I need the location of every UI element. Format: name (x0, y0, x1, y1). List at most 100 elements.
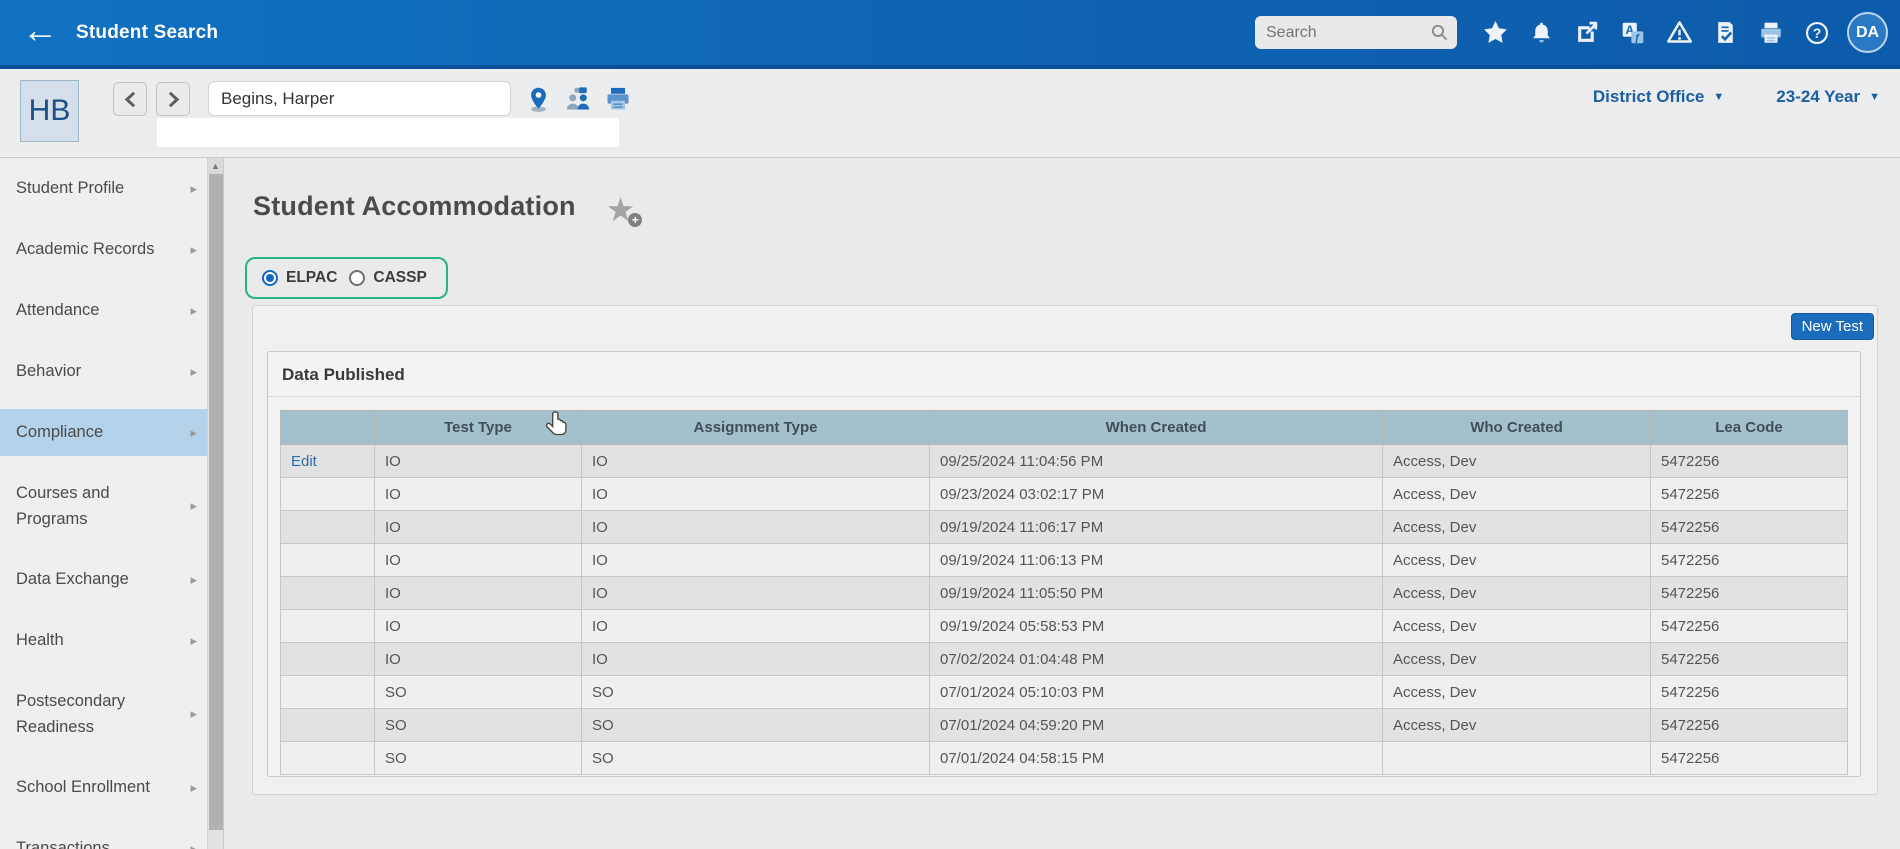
sidebar-item-attendance[interactable]: Attendance▸ (0, 280, 207, 341)
chevron-right-icon: ▸ (190, 633, 197, 649)
plus-badge-icon: + (628, 213, 642, 227)
location-pin-icon[interactable] (523, 84, 553, 114)
sidebar-item-data-exchange[interactable]: Data Exchange▸ (0, 549, 207, 610)
student-initials-badge[interactable]: HB (20, 80, 79, 142)
table-cell: 07/01/2024 04:58:15 PM (930, 742, 1383, 775)
context-selectors: District Office ▼ 23-24 Year ▼ (1593, 87, 1880, 107)
radio-cassp-label[interactable]: CASSP (373, 269, 426, 287)
new-window-icon[interactable] (1573, 19, 1601, 47)
table-cell: IO (375, 511, 582, 544)
search-icon[interactable] (1430, 23, 1449, 42)
radio-elpac-label[interactable]: ELPAC (286, 269, 337, 287)
favorites-star-icon[interactable] (1481, 19, 1509, 47)
column-header-when-created[interactable]: When Created (930, 411, 1383, 445)
table-cell: 5472256 (1651, 643, 1848, 676)
test-type-radio-group: ELPAC CASSP (245, 257, 448, 299)
table-cell: SO (375, 709, 582, 742)
sidebar: Student Profile▸Academic Records▸Attenda… (0, 158, 223, 849)
table-row: IOIO09/19/2024 11:06:13 PMAccess, Dev547… (281, 544, 1848, 577)
scrollbar-up-arrow-icon[interactable]: ▲ (208, 158, 223, 174)
demographics-icon[interactable] (563, 84, 593, 114)
notifications-bell-icon[interactable] (1527, 19, 1555, 47)
redaction-overlay (157, 118, 619, 147)
search-input[interactable] (1266, 24, 1430, 42)
sidebar-item-health[interactable]: Health ▸ (0, 610, 207, 671)
column-header-assignment-type[interactable]: Assignment Type (582, 411, 930, 445)
table-cell: 09/23/2024 03:02:17 PM (930, 478, 1383, 511)
sidebar-item-label: Behavior (16, 358, 81, 384)
table-cell: IO (582, 643, 930, 676)
table-cell: 07/02/2024 01:04:48 PM (930, 643, 1383, 676)
sidebar-item-postsecondary-readiness[interactable]: Postsecondary Readiness▸ (0, 671, 207, 757)
sidebar-item-compliance[interactable]: Compliance▸ (0, 409, 207, 456)
table-cell: IO (582, 511, 930, 544)
user-avatar[interactable]: DA (1847, 12, 1888, 53)
radio-elpac[interactable] (262, 270, 278, 286)
print-icon[interactable] (1757, 19, 1785, 47)
table-cell: SO (582, 742, 930, 775)
new-test-button[interactable]: New Test (1791, 313, 1874, 340)
table-cell: IO (375, 643, 582, 676)
header-icon-row: Aƒ ? (1481, 19, 1831, 47)
column-header-test-type[interactable]: Test Type (375, 411, 582, 445)
table-cell: 5472256 (1651, 445, 1848, 478)
sidebar-scrollbar[interactable]: ▲ (207, 158, 223, 849)
sidebar-item-school-enrollment[interactable]: School Enrollment▸ (0, 757, 207, 818)
table-cell: 5472256 (1651, 610, 1848, 643)
table-row: IOIO09/19/2024 05:58:53 PMAccess, Dev547… (281, 610, 1848, 643)
global-search[interactable] (1255, 16, 1457, 49)
scrollbar-thumb[interactable] (209, 174, 223, 830)
table-row: SOSO07/01/2024 04:58:15 PM5472256 (281, 742, 1848, 775)
table-row: EditIOIO09/25/2024 11:04:56 PMAccess, De… (281, 445, 1848, 478)
table-cell: IO (375, 478, 582, 511)
add-favorite-star-icon[interactable]: ★+ (606, 193, 636, 226)
forms-check-icon[interactable] (1711, 19, 1739, 47)
chevron-down-icon: ▼ (1869, 91, 1880, 103)
table-cell (281, 643, 375, 676)
table-cell (281, 610, 375, 643)
back-arrow-icon[interactable]: ← (22, 16, 58, 45)
column-header-who-created[interactable]: Who Created (1383, 411, 1651, 445)
sidebar-item-label: Health (16, 627, 64, 653)
table-row: IOIO09/19/2024 11:05:50 PMAccess, Dev547… (281, 577, 1848, 610)
chevron-right-icon: ▸ (190, 364, 197, 380)
column-header-lea-code[interactable]: Lea Code (1651, 411, 1848, 445)
help-icon[interactable]: ? (1803, 19, 1831, 47)
edit-link[interactable]: Edit (291, 453, 317, 470)
table-cell: Access, Dev (1383, 610, 1651, 643)
sidebar-item-student-profile[interactable]: Student Profile▸ (0, 158, 207, 219)
student-name-input[interactable] (208, 81, 511, 116)
chevron-right-icon: ▸ (190, 498, 197, 514)
previous-student-icon[interactable] (113, 82, 147, 116)
accommodation-panel: New Test Data Published Test TypeAssignm… (252, 305, 1878, 795)
table-cell: IO (582, 445, 930, 478)
sidebar-item-label: Postsecondary Readiness (16, 688, 184, 741)
student-tool-icons (523, 84, 633, 114)
table-cell: 09/19/2024 11:05:50 PM (930, 577, 1383, 610)
sidebar-item-academic-records[interactable]: Academic Records▸ (0, 219, 207, 280)
radio-cassp[interactable] (349, 270, 365, 286)
sidebar-item-behavior[interactable]: Behavior ▸ (0, 341, 207, 402)
data-published-table: Test TypeAssignment TypeWhen CreatedWho … (280, 410, 1848, 775)
sidebar-item-courses-and-programs[interactable]: Courses and Programs▸ (0, 463, 207, 549)
table-cell (281, 676, 375, 709)
table-cell (281, 577, 375, 610)
table-cell: IO (375, 577, 582, 610)
translate-icon[interactable]: Aƒ (1619, 19, 1647, 47)
sidebar-nav: Student Profile▸Academic Records▸Attenda… (0, 158, 207, 849)
table-cell: 07/01/2024 04:59:20 PM (930, 709, 1383, 742)
table-cell: 5472256 (1651, 742, 1848, 775)
chevron-right-icon: ▸ (190, 780, 197, 796)
next-student-icon[interactable] (156, 82, 190, 116)
data-published-section: Data Published Test TypeAssignment TypeW… (267, 351, 1861, 777)
chevron-right-icon: ▸ (190, 181, 197, 197)
year-selector[interactable]: 23-24 Year ▼ (1776, 87, 1880, 107)
column-header-actions[interactable] (281, 411, 375, 445)
table-cell: IO (582, 544, 930, 577)
print-student-icon[interactable] (603, 84, 633, 114)
alerts-warning-icon[interactable] (1665, 19, 1693, 47)
chevron-right-icon: ▸ (190, 425, 197, 441)
table-cell: 07/01/2024 05:10:03 PM (930, 676, 1383, 709)
school-selector[interactable]: District Office ▼ (1593, 87, 1724, 107)
sidebar-item-transactions[interactable]: Transactions▸ (0, 818, 207, 849)
